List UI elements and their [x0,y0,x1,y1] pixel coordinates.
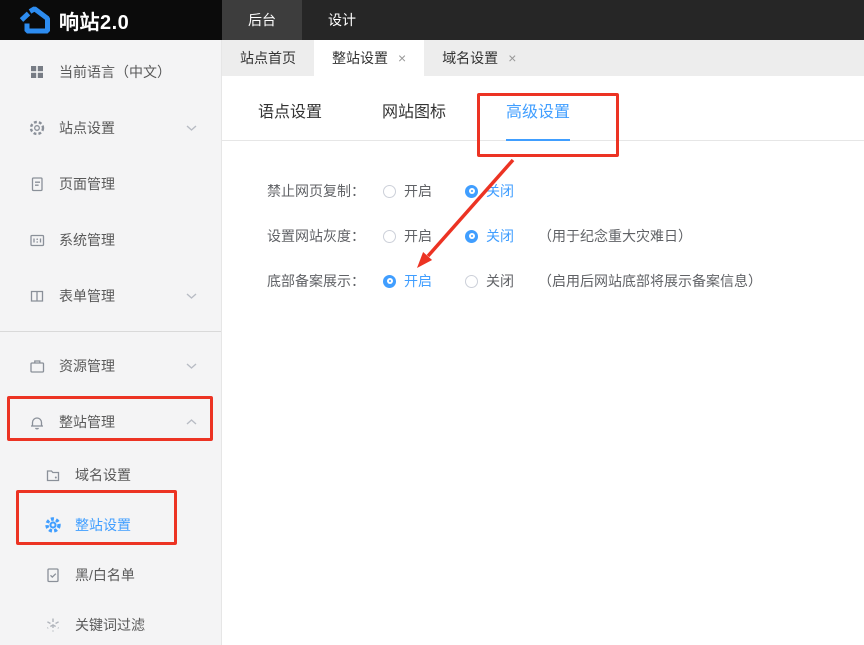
radio-option-on[interactable]: 开启 [383,181,432,201]
app-window: 响站2.0 后台 设计 当前语言（中文） [0,0,864,645]
content-tab-whole-site-settings[interactable]: 整站设置 × [314,40,424,76]
tab-label: 网站图标 [382,104,446,121]
header-tab-backend-label: 后台 [248,10,276,30]
sidebar-item-label: 页面管理 [59,174,115,194]
setting-label: 底部备案展示： [265,271,365,291]
sidebar: 当前语言（中文） 站点设置 页面管理 [0,40,222,645]
setting-note: （用于纪念重大灾难日） [538,226,692,246]
setting-note: （启用后网站底部将展示备案信息） [538,271,762,291]
grid-icon [28,63,46,81]
content-tab-site-home[interactable]: 站点首页 [222,40,314,76]
book-icon [28,287,46,305]
tab-label: 语点设置 [258,104,322,121]
radio-icon[interactable] [465,185,478,198]
sidebar-item-keyword-filter[interactable]: 关键词过滤 [0,600,221,645]
gear-outline-icon [28,119,46,137]
system-icon [28,231,46,249]
sidebar-item-label: 表单管理 [59,286,115,306]
chevron-up-icon [186,419,197,426]
radio-option-on[interactable]: 开启 [383,271,432,291]
radio-label: 开启 [404,271,432,291]
folder-icon [44,466,62,484]
doc-check-icon [44,566,62,584]
top-header: 响站2.0 后台 设计 [0,0,864,40]
content-area: 站点首页 整站设置 × 域名设置 × 语点设置 网站图标 [222,40,864,645]
radio-icon[interactable] [383,185,396,198]
setting-row-gray-mode: 设置网站灰度： 开启 关闭 （用于纪念重大灾难日） [265,226,864,246]
header-tab-design[interactable]: 设计 [302,0,382,40]
sidebar-item-label: 当前语言（中文） [59,62,171,82]
radio-label: 开启 [404,181,432,201]
content-tab-label: 域名设置 [442,48,498,68]
settings-form: 禁止网页复制： 开启 关闭 设置网站灰度： 开启 [222,141,864,316]
header-tab-bar: 后台 设计 [222,0,382,40]
sidebar-item-black-white-list[interactable]: 黑/白名单 [0,550,221,600]
radio-label: 开启 [404,226,432,246]
content-tab-bar: 站点首页 整站设置 × 域名设置 × [222,40,864,76]
logo-area: 响站2.0 [0,0,222,40]
sidebar-item-whole-site-management[interactable]: 整站管理 [0,394,221,450]
tab-language-settings[interactable]: 语点设置 [258,98,322,140]
radio-icon[interactable] [465,275,478,288]
sidebar-item-label: 域名设置 [75,465,131,485]
tab-advanced-settings[interactable]: 高级设置 [506,98,570,141]
sidebar-item-form-management[interactable]: 表单管理 [0,268,221,324]
setting-label: 禁止网页复制： [265,181,365,201]
app-title: 响站2.0 [59,6,129,35]
sidebar-item-label: 站点设置 [59,118,115,138]
sidebar-item-label: 资源管理 [59,356,115,376]
header-tab-backend[interactable]: 后台 [222,0,302,40]
home-logo-icon [18,6,50,34]
bell-icon [28,413,46,431]
sidebar-item-current-language[interactable]: 当前语言（中文） [0,44,221,100]
radio-option-off[interactable]: 关闭 [465,271,514,291]
sidebar-item-resource-management[interactable]: 资源管理 [0,338,221,394]
sparkle-icon [44,616,62,634]
close-icon[interactable]: × [508,51,516,65]
gear-solid-icon [44,516,62,534]
content-tab-label: 站点首页 [240,48,296,68]
chevron-down-icon [186,363,197,370]
setting-label: 设置网站灰度： [265,226,365,246]
chevron-down-icon [186,125,197,132]
sidebar-item-domain-settings[interactable]: 域名设置 [0,450,221,500]
sidebar-item-label: 黑/白名单 [75,565,135,585]
sidebar-item-label: 整站管理 [59,412,115,432]
settings-tab-nav: 语点设置 网站图标 高级设置 [222,76,864,141]
content-tab-domain-settings[interactable]: 域名设置 × [424,40,534,76]
setting-row-disable-copy: 禁止网页复制： 开启 关闭 [265,181,864,201]
sidebar-item-label: 整站设置 [75,515,131,535]
sidebar-item-page-management[interactable]: 页面管理 [0,156,221,212]
chevron-down-icon [186,293,197,300]
setting-row-icp-footer: 底部备案展示： 开启 关闭 （启用后网站底部将展示备案信息） [265,271,864,291]
briefcase-icon [28,357,46,375]
header-tab-design-label: 设计 [328,10,356,30]
sidebar-item-label: 系统管理 [59,230,115,250]
sidebar-divider [0,331,221,332]
tab-website-icon[interactable]: 网站图标 [382,98,446,140]
sidebar-item-label: 关键词过滤 [75,615,145,635]
close-icon[interactable]: × [398,51,406,65]
sidebar-item-site-settings[interactable]: 站点设置 [0,100,221,156]
tab-label: 高级设置 [506,104,570,121]
radio-icon[interactable] [465,230,478,243]
radio-option-off[interactable]: 关闭 [465,181,514,201]
radio-option-on[interactable]: 开启 [383,226,432,246]
radio-icon[interactable] [383,230,396,243]
content-tab-label: 整站设置 [332,48,388,68]
radio-label: 关闭 [486,271,514,291]
sidebar-item-system-management[interactable]: 系统管理 [0,212,221,268]
page-icon [28,175,46,193]
radio-option-off[interactable]: 关闭 [465,226,514,246]
radio-icon[interactable] [383,275,396,288]
radio-label: 关闭 [486,226,514,246]
radio-label: 关闭 [486,181,514,201]
sidebar-item-whole-site-settings[interactable]: 整站设置 [0,500,221,550]
